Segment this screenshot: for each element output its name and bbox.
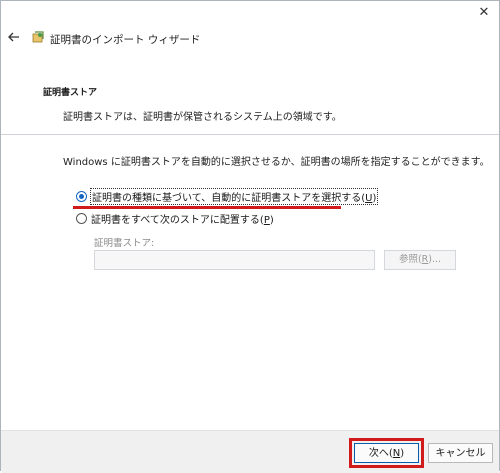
section-description: 証明書ストアは、証明書が保管されるシステム上の領域です。 <box>63 112 342 123</box>
window-title: 証明書のインポート ウィザード <box>50 34 201 46</box>
instruction-text: Windows に証明書ストアを自動的に選択させるか、証明書の場所を指定すること… <box>63 157 490 168</box>
cancel-button[interactable]: キャンセル <box>428 443 493 463</box>
wizard-header: 証明書のインポート ウィザード <box>1 23 499 55</box>
radio-place-all[interactable]: 証明書をすべて次のストアに配置する(P) <box>76 211 274 226</box>
divider <box>1 134 499 135</box>
next-button[interactable]: 次へ(N) <box>354 443 419 463</box>
section-header: 証明書ストア 証明書ストアは、証明書が保管されるシステム上の領域です。 <box>1 73 499 131</box>
store-input <box>94 250 375 270</box>
browse-button: 参照(R)... <box>384 250 456 270</box>
section-title: 証明書ストア <box>43 88 98 98</box>
radio-auto-select-label[interactable]: 証明書の種類に基づいて、自動的に証明書ストアを選択する(U) <box>89 188 379 205</box>
close-button[interactable]: ✕ <box>475 5 493 21</box>
highlight-underline <box>73 206 341 209</box>
back-arrow-icon[interactable] <box>6 29 22 45</box>
wizard-window: ✕ 証明書のインポート ウィザード 証明書ストア 証明書ストアは、証明書が保管さ… <box>0 0 500 473</box>
radio-auto-select[interactable]: 証明書の種類に基づいて、自動的に証明書ストアを選択する(U) <box>76 188 379 205</box>
footer-bar <box>1 430 499 473</box>
store-label: 証明書ストア: <box>94 238 155 249</box>
radio-auto-select-button[interactable] <box>76 191 87 202</box>
radio-place-all-label[interactable]: 証明書をすべて次のストアに配置する(P) <box>91 211 274 226</box>
certificate-wizard-icon <box>31 30 45 44</box>
radio-place-all-button[interactable] <box>76 213 87 224</box>
